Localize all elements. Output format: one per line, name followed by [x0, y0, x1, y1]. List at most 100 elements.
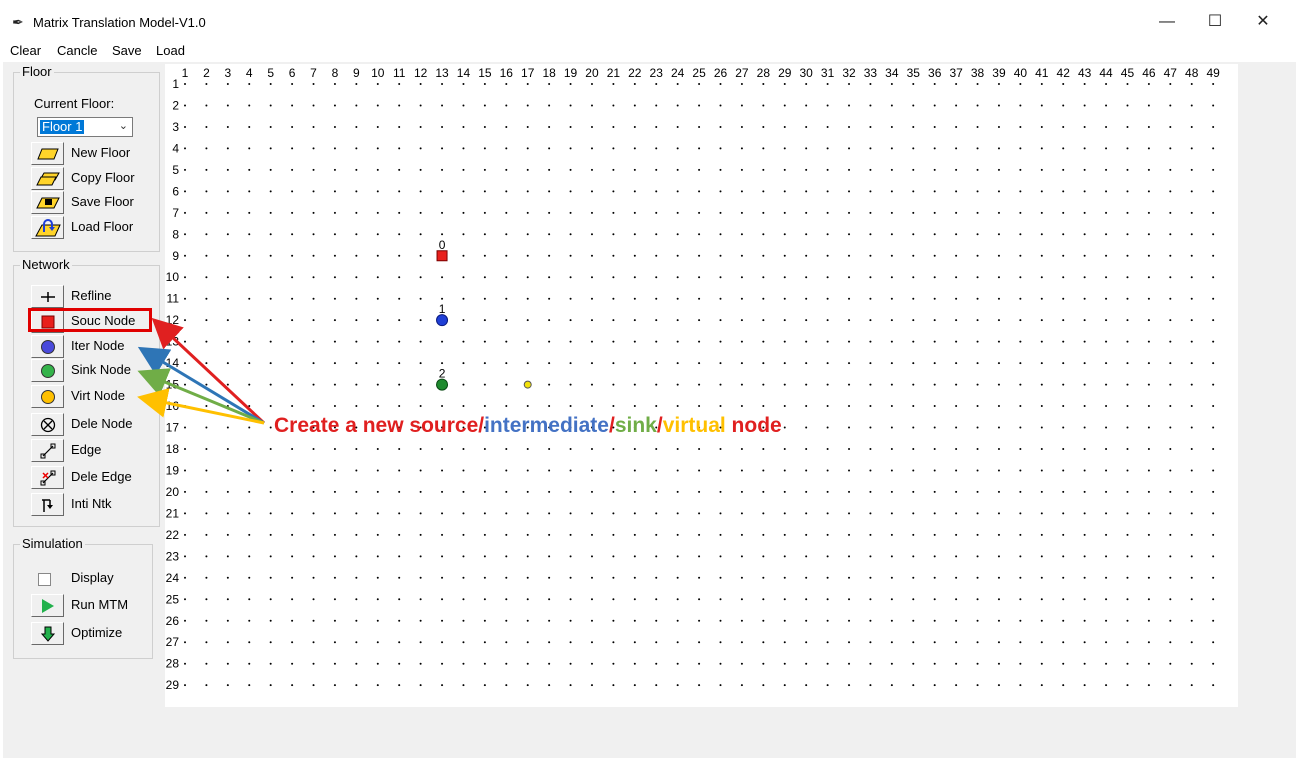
grid-dot [719, 662, 722, 665]
grid-dot [590, 362, 593, 365]
grid-dot [805, 426, 808, 429]
grid-dot [184, 405, 186, 408]
maximize-button[interactable]: ☐ [1192, 8, 1238, 36]
grid-dot [890, 83, 893, 85]
intermediate-node[interactable] [436, 314, 449, 327]
network-group-title: Network [20, 257, 72, 272]
display-checkbox[interactable] [38, 573, 51, 586]
grid-dot [398, 233, 401, 236]
source-node[interactable] [436, 250, 448, 262]
grid-dot [783, 662, 786, 665]
grid-dot [590, 662, 593, 665]
grid-dot [1126, 641, 1129, 644]
grid-dot [976, 168, 979, 171]
minimize-button[interactable]: — [1144, 8, 1190, 36]
grid-dot [483, 297, 486, 300]
grid-dot [1190, 684, 1193, 687]
virtual-node[interactable] [523, 380, 532, 389]
grid-dot [1062, 104, 1065, 107]
grid-dot [505, 125, 508, 128]
grid-dot [333, 405, 336, 408]
grid-dot [205, 254, 208, 257]
grid-dot [890, 147, 893, 150]
grid-dot [1147, 319, 1150, 322]
grid-dot [933, 383, 936, 386]
copy-floor-button[interactable] [31, 167, 64, 190]
grid-dot [676, 662, 679, 665]
grid-dot [869, 533, 872, 536]
grid-dot [205, 619, 208, 622]
grid-dot [398, 340, 401, 343]
sink-node-label: Sink Node [71, 362, 131, 377]
edge-button[interactable] [31, 439, 64, 462]
floor-select[interactable]: Floor 1 ⌄ [37, 117, 133, 137]
grid-dot [762, 276, 765, 279]
grid-dot [762, 598, 765, 601]
dele-edge-button[interactable] [31, 466, 64, 489]
save-floor-button[interactable] [31, 191, 64, 214]
menu-load[interactable]: Load [156, 43, 185, 58]
grid-dot [805, 340, 808, 343]
sink-node-button[interactable] [31, 359, 64, 382]
optimize-button[interactable] [31, 622, 64, 645]
grid-dot [248, 469, 251, 472]
run-mtm-button[interactable] [31, 594, 64, 617]
grid-dot [226, 447, 229, 450]
menu-cancle[interactable]: Cancle [57, 43, 97, 58]
grid-dot [1105, 125, 1108, 128]
grid-dot [1019, 641, 1022, 644]
virt-node-button[interactable] [31, 385, 64, 408]
grid-dot [826, 641, 829, 644]
dele-node-button[interactable] [31, 413, 64, 436]
iter-node-button[interactable] [31, 335, 64, 358]
grid-dot [805, 104, 808, 107]
grid-dot [890, 641, 893, 644]
new-floor-button[interactable] [31, 142, 64, 165]
grid-dot [333, 641, 336, 644]
grid-dot [376, 533, 379, 536]
grid-dot [441, 125, 444, 128]
grid-dot [612, 233, 615, 236]
grid-dot [398, 684, 401, 687]
grid-dot [419, 641, 422, 644]
grid-dot [333, 619, 336, 622]
grid-dot [483, 662, 486, 665]
dele-node-label: Dele Node [71, 416, 133, 431]
grid-dot [333, 512, 336, 515]
grid-dot [655, 190, 658, 193]
sink-node[interactable] [436, 378, 449, 391]
grid-dot [248, 211, 251, 214]
down-arrow-icon [40, 626, 55, 642]
grid-canvas[interactable]: 1 2 3 4 5 6 7 8 9 10 11 12 13 14 15 16 17 18 19 20 21 22 23 24 2… [165, 64, 1238, 707]
grid-dot [1105, 362, 1108, 365]
grid-dot [1190, 190, 1193, 193]
grid-dot [933, 211, 936, 214]
menu-save[interactable]: Save [112, 43, 142, 58]
grid-svg[interactable]: 1 2 3 4 5 6 7 8 9 10 11 12 13 14 15 16 17 18 19 20 21 22 23 24 2… [165, 64, 1238, 707]
grid-dot [248, 319, 251, 322]
grid-dot [312, 576, 315, 579]
grid-dot [291, 233, 294, 236]
grid-dot [590, 319, 593, 322]
grid-dot [526, 469, 529, 472]
grid-dot [912, 684, 915, 687]
grid-dot [933, 83, 936, 85]
column-label: 14 [457, 66, 471, 80]
refline-button[interactable] [31, 285, 64, 308]
grid-dot [248, 276, 251, 279]
menu-clear[interactable]: Clear [10, 43, 41, 58]
grid-dot [526, 83, 529, 85]
grid-dot [762, 297, 765, 300]
grid-dot [398, 555, 401, 558]
grid-dot [933, 104, 936, 107]
grid-dot [1019, 190, 1022, 193]
grid-dot [633, 555, 636, 558]
grid-dot [355, 383, 358, 386]
close-button[interactable]: ✕ [1240, 8, 1286, 36]
grid-dot [441, 641, 444, 644]
column-label: 45 [1121, 66, 1135, 80]
inti-ntk-button[interactable] [31, 493, 64, 516]
grid-dot [505, 147, 508, 150]
load-floor-button[interactable] [31, 216, 64, 239]
grid-dot [1062, 490, 1065, 493]
